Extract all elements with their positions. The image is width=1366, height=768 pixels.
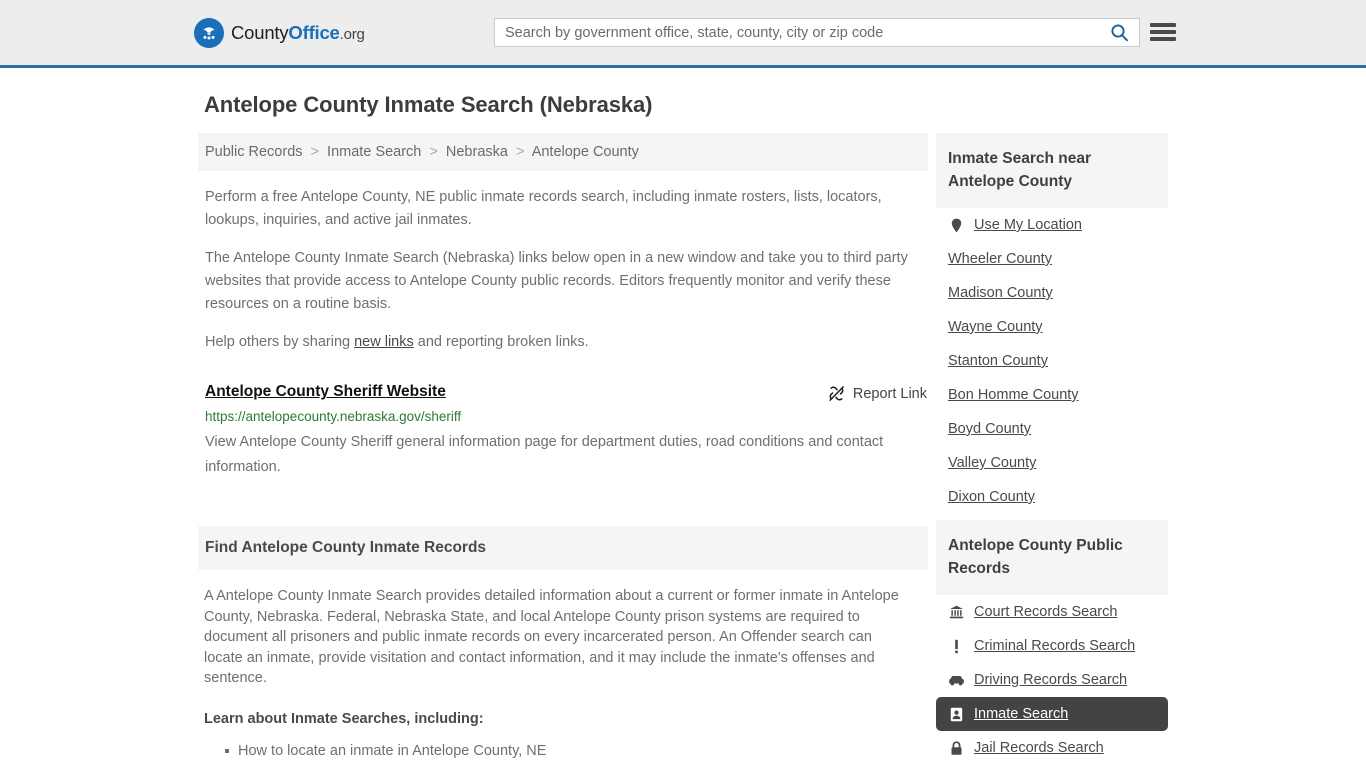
sidebar-link-label[interactable]: Valley County <box>948 455 1036 471</box>
sidebar-link-label[interactable]: Jail Records Search <box>974 740 1104 756</box>
sidebar-item-use-my-location[interactable]: Use My Location <box>936 208 1168 242</box>
result-title-link[interactable]: Antelope County Sheriff Website <box>205 383 446 401</box>
courthouse-icon <box>948 605 965 619</box>
sidebar-link-label[interactable]: Wheeler County <box>948 251 1052 267</box>
section-heading: Find Antelope County Inmate Records <box>198 526 928 570</box>
sidebar-link-label[interactable]: Wayne County <box>948 319 1043 335</box>
breadcrumb-item-nebraska[interactable]: Nebraska <box>446 144 508 160</box>
report-link-label: Report Link <box>852 385 927 402</box>
sidebar-link-label[interactable]: Boyd County <box>948 421 1031 437</box>
sidebar-item-wheeler-county[interactable]: Wheeler County <box>936 242 1168 276</box>
sidebar-item-valley-county[interactable]: Valley County <box>936 446 1168 480</box>
nearby-inmate-search-card: Inmate Search near Antelope County Use M… <box>936 133 1168 514</box>
breadcrumb-item-inmate-search[interactable]: Inmate Search <box>327 144 421 160</box>
sidebar-item-criminal-records-search[interactable]: Criminal Records Search <box>936 629 1168 663</box>
sidebar-link-label[interactable]: Bon Homme County <box>948 387 1079 403</box>
sidebar-item-stanton-county[interactable]: Stanton County <box>936 344 1168 378</box>
broken-link-icon <box>829 386 844 401</box>
page-body: Antelope County Inmate Search (Nebraska)… <box>0 92 1366 768</box>
result-description: View Antelope County Sheriff general inf… <box>205 434 884 475</box>
sidebar-link-label[interactable]: Stanton County <box>948 353 1048 369</box>
result-url: https://antelopecounty.nebraska.gov/sher… <box>205 409 462 424</box>
site-logo[interactable]: CountyOffice.org <box>194 17 365 48</box>
sidebar-item-dixon-county[interactable]: Dixon County <box>936 480 1168 514</box>
breadcrumb: Public Records > Inmate Search > Nebrask… <box>198 133 928 171</box>
public-records-card-heading: Antelope County Public Records <box>936 520 1168 595</box>
sidebar-item-driving-records-search[interactable]: Driving Records Search <box>936 663 1168 697</box>
search-input[interactable] <box>495 19 1099 46</box>
logo-text-county: County <box>231 21 289 43</box>
site-header: CountyOffice.org <box>0 0 1366 68</box>
public-records-list: Court Records Search Criminal Records Se… <box>936 595 1168 765</box>
public-records-card: Antelope County Public Records Court Rec… <box>936 520 1168 765</box>
search-button[interactable] <box>1099 19 1139 46</box>
map-pin-icon <box>948 218 965 233</box>
search-bar[interactable] <box>494 18 1140 47</box>
hamburger-bar <box>1150 23 1176 27</box>
breadcrumb-separator: > <box>310 144 320 160</box>
sidebar-link-label[interactable]: Court Records Search <box>974 604 1117 620</box>
sidebar-item-boyd-county[interactable]: Boyd County <box>936 412 1168 446</box>
learn-heading: Learn about Inmate Searches, including: <box>204 710 484 727</box>
page-title: Antelope County Inmate Search (Nebraska) <box>204 92 653 117</box>
sidebar-item-madison-county[interactable]: Madison County <box>936 276 1168 310</box>
sidebar-link-label[interactable]: Driving Records Search <box>974 672 1127 688</box>
search-icon <box>1110 24 1128 42</box>
hamburger-menu-icon[interactable] <box>1150 20 1176 44</box>
section-body: A Antelope County Inmate Search provides… <box>204 586 928 689</box>
logo-text-office: Office <box>288 21 340 43</box>
breadcrumb-separator: > <box>429 144 438 160</box>
share-text-before: Help others by sharing <box>205 334 355 350</box>
nearby-card-heading: Inmate Search near Antelope County <box>936 133 1168 208</box>
lock-icon <box>948 740 965 756</box>
sidebar-item-bon-homme-county[interactable]: Bon Homme County <box>936 378 1168 412</box>
sidebar-item-inmate-search[interactable]: Inmate Search <box>936 697 1168 731</box>
breadcrumb-item-public-records[interactable]: Public Records <box>205 144 303 160</box>
list-item: Find out who is in jail <box>238 765 928 768</box>
sidebar-item-wayne-county[interactable]: Wayne County <box>936 310 1168 344</box>
exclamation-icon <box>948 639 965 654</box>
sidebar-item-court-records-search[interactable]: Court Records Search <box>936 595 1168 629</box>
hamburger-bar <box>1150 37 1176 41</box>
sidebar: Inmate Search near Antelope County Use M… <box>936 133 1168 768</box>
hamburger-bar <box>1150 30 1176 34</box>
sidebar-link-label[interactable]: Inmate Search <box>974 706 1068 722</box>
eagle-seal-icon <box>194 17 224 48</box>
logo-text: CountyOffice.org <box>231 22 365 44</box>
breadcrumb-separator: > <box>515 144 525 160</box>
share-text-after: and reporting broken links. <box>413 334 589 350</box>
intro-paragraph-1: Perform a free Antelope County, NE publi… <box>205 189 882 228</box>
link-result: Antelope County Sheriff Website Report L… <box>205 383 928 480</box>
sidebar-link-label[interactable]: Criminal Records Search <box>974 638 1135 654</box>
sidebar-link-label[interactable]: Dixon County <box>948 489 1035 505</box>
content-columns: Public Records > Inmate Search > Nebrask… <box>0 133 1366 768</box>
logo-text-org: .org <box>339 25 365 43</box>
sidebar-link-label[interactable]: Madison County <box>948 285 1053 301</box>
car-icon <box>948 675 965 686</box>
list-item: How to locate an inmate in Antelope Coun… <box>225 741 928 761</box>
intro-paragraph-3: Help others by sharing new links and rep… <box>205 331 920 354</box>
new-links-link[interactable]: new links <box>354 334 414 350</box>
report-link-button[interactable]: Report Link <box>828 385 927 402</box>
sidebar-item-jail-records-search[interactable]: Jail Records Search <box>936 731 1168 765</box>
section-paragraph: A Antelope County Inmate Search provides… <box>204 588 899 686</box>
breadcrumb-item-antelope-county[interactable]: Antelope County <box>532 144 639 160</box>
learn-bullet-list: How to locate an inmate in Antelope Coun… <box>216 741 928 768</box>
sidebar-link-label[interactable]: Use My Location <box>974 217 1082 233</box>
intro-paragraph-2: The Antelope County Inmate Search (Nebra… <box>205 250 908 312</box>
main-content: Public Records > Inmate Search > Nebrask… <box>198 133 928 768</box>
id-card-icon <box>948 707 965 722</box>
nearby-county-list: Use My Location Wheeler County Madison C… <box>936 208 1168 514</box>
